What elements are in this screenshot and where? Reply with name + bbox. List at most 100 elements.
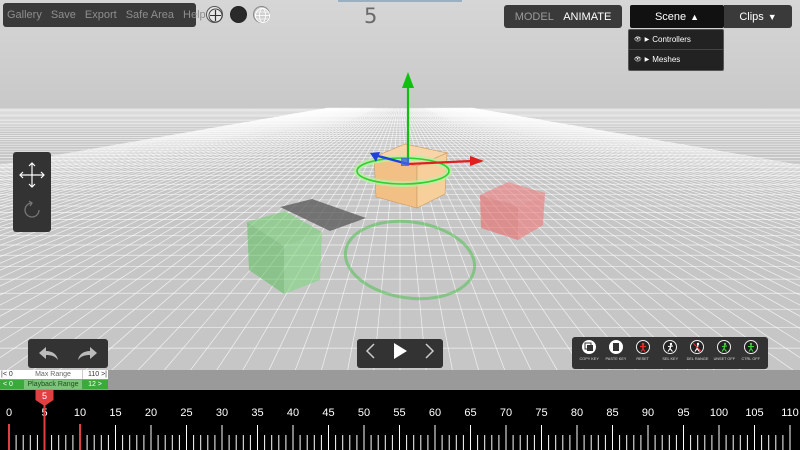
rotate-tool-button[interactable] xyxy=(20,198,44,222)
sphere-icon xyxy=(232,8,247,23)
top-indicator-bar xyxy=(338,0,462,2)
prev-frame-button[interactable] xyxy=(364,342,378,365)
scene-menu-button[interactable]: Scene ▲ xyxy=(630,5,724,28)
history-panel xyxy=(28,339,108,368)
expand-arrow-icon[interactable]: ▶ xyxy=(645,36,650,43)
compass-icon xyxy=(208,8,223,23)
playback-range-end[interactable]: 12 > xyxy=(82,380,108,389)
paste-key-button[interactable]: PASTE KEY xyxy=(605,340,627,361)
timeline-tick-label: 105 xyxy=(745,407,763,419)
ctrl-off-button[interactable]: CTRL OFF xyxy=(740,340,762,361)
timeline-tick-label: 60 xyxy=(429,407,441,419)
key-label: PASTE KEY xyxy=(605,356,627,361)
timeline-ruler[interactable]: 0 5 10 15 20 25 30 35 40 45 50 55 60 65 70 75 80 85 90 95 10… xyxy=(0,390,800,450)
clips-menu-button[interactable]: Clips ▼ xyxy=(724,5,792,28)
select-key-icon xyxy=(663,340,677,354)
timeline-tick-label: 25 xyxy=(180,407,192,419)
scene-label: Scene xyxy=(654,10,687,23)
menu-gallery[interactable]: Gallery xyxy=(7,9,42,21)
timeline-tick-label: 15 xyxy=(109,407,121,419)
max-range-label: Max Range xyxy=(24,370,82,379)
key-label: SEL KEY xyxy=(662,356,678,361)
redo-button[interactable] xyxy=(76,345,100,363)
timeline-tick-label: 100 xyxy=(710,407,728,419)
timeline-tick-label: 65 xyxy=(464,407,476,419)
menu-help[interactable]: Help xyxy=(183,9,206,21)
play-button[interactable] xyxy=(392,342,408,365)
select-key-button[interactable]: SEL KEY xyxy=(659,340,681,361)
mode-model-button[interactable]: MODEL xyxy=(515,11,554,23)
timeline-tick-label: 85 xyxy=(606,407,618,419)
timeline-tick-label: 70 xyxy=(500,407,512,419)
timeline-tick-label: 75 xyxy=(535,407,547,419)
max-range-start[interactable]: |< 0 xyxy=(0,370,24,379)
ctrl-off-icon xyxy=(744,340,758,354)
key-label: COPY KEY xyxy=(579,356,599,361)
scene-dropdown: 👁 ▶ Controllers 👁 ▶ Meshes xyxy=(628,29,724,71)
move-tool-button[interactable] xyxy=(17,160,47,190)
timeline-tick-label: 45 xyxy=(322,407,334,419)
menu-safe-area[interactable]: Safe Area xyxy=(126,9,174,21)
next-frame-icon xyxy=(425,343,435,359)
timeline-tick-label: 110 xyxy=(781,407,799,419)
copy-key-icon xyxy=(582,340,596,354)
menu-export[interactable]: Export xyxy=(85,9,117,21)
prev-frame-icon xyxy=(365,343,375,359)
playhead-label: 5 xyxy=(42,391,47,401)
timeline[interactable]: 0 5 10 15 20 25 30 35 40 45 50 55 60 65 70 75 80 85 90 95 10… xyxy=(0,390,800,450)
key-label: DEL RANGE xyxy=(686,356,708,361)
timeline-tick-label: 20 xyxy=(145,407,157,419)
frame-indicator: 5 xyxy=(364,4,378,28)
3d-viewport[interactable]: Gallery Save Export Safe Area Help 5 MOD… xyxy=(0,0,800,370)
scene-item-label: Controllers xyxy=(652,35,691,44)
redo-icon xyxy=(78,347,97,360)
scene-item-controllers[interactable]: 👁 ▶ Controllers xyxy=(629,30,723,49)
move-icon xyxy=(19,162,45,188)
reset-icon xyxy=(636,340,650,354)
main-menu: Gallery Save Export Safe Area Help xyxy=(3,3,206,27)
copy-key-button[interactable]: COPY KEY xyxy=(578,340,600,361)
expand-arrow-icon[interactable]: ▶ xyxy=(645,56,650,63)
timeline-tick-label: 10 xyxy=(74,407,86,419)
timeline-tick-label: 55 xyxy=(393,407,405,419)
reset-button[interactable]: RESET xyxy=(632,340,654,361)
timeline-tick-label: 95 xyxy=(677,407,689,419)
menu-save[interactable]: Save xyxy=(51,9,76,21)
undo-button[interactable] xyxy=(36,345,60,363)
key-label: RESET xyxy=(636,356,650,361)
selected-cube xyxy=(372,143,448,209)
scene-item-meshes[interactable]: 👁 ▶ Meshes xyxy=(629,49,723,68)
max-range-end[interactable]: 110 >| xyxy=(82,370,108,379)
mode-animate-button[interactable]: ANIMATE xyxy=(563,11,611,23)
playback-range-start[interactable]: < 0 xyxy=(0,380,24,389)
timeline-tick-label: 80 xyxy=(571,407,583,419)
key-label: CTRL OFF xyxy=(741,356,761,361)
playback-controls xyxy=(357,339,443,368)
grid-sphere-button[interactable] xyxy=(253,6,270,23)
timeline-tick-label: 30 xyxy=(216,407,228,419)
eye-icon[interactable]: 👁 xyxy=(634,36,642,43)
timeline-tick-label: 90 xyxy=(642,407,654,419)
timeline-tick-label: 35 xyxy=(251,407,263,419)
range-controls: |< 0 Max Range 110 >| < 0 Playback Range… xyxy=(0,370,800,390)
clips-arrow-down-icon: ▼ xyxy=(767,11,777,22)
unset-off-button[interactable]: UNSET OFF xyxy=(713,340,735,361)
timeline-tick-label: 50 xyxy=(358,407,370,419)
key-label: UNSET OFF xyxy=(713,356,735,361)
scene-arrow-up-icon: ▲ xyxy=(690,11,700,22)
compass-button[interactable] xyxy=(206,6,223,23)
playback-range-label: Playback Range xyxy=(24,380,82,389)
paste-key-icon xyxy=(609,340,623,354)
keyframe-tools: COPY KEY PASTE KEY RESET SEL KEY DEL RAN… xyxy=(572,337,768,369)
timeline-tick-label: 40 xyxy=(287,407,299,419)
eye-icon[interactable]: 👁 xyxy=(634,56,642,63)
timeline-tick-label: 0 xyxy=(6,407,12,419)
mode-toggle: MODEL ANIMATE xyxy=(504,5,622,28)
unset-off-icon xyxy=(717,340,731,354)
next-frame-button[interactable] xyxy=(422,342,436,365)
rotate-icon xyxy=(24,200,40,218)
delete-range-button[interactable]: DEL RANGE xyxy=(686,340,708,361)
clips-label: Clips xyxy=(739,10,764,23)
delete-range-icon xyxy=(690,340,704,354)
sphere-button[interactable] xyxy=(230,6,247,23)
